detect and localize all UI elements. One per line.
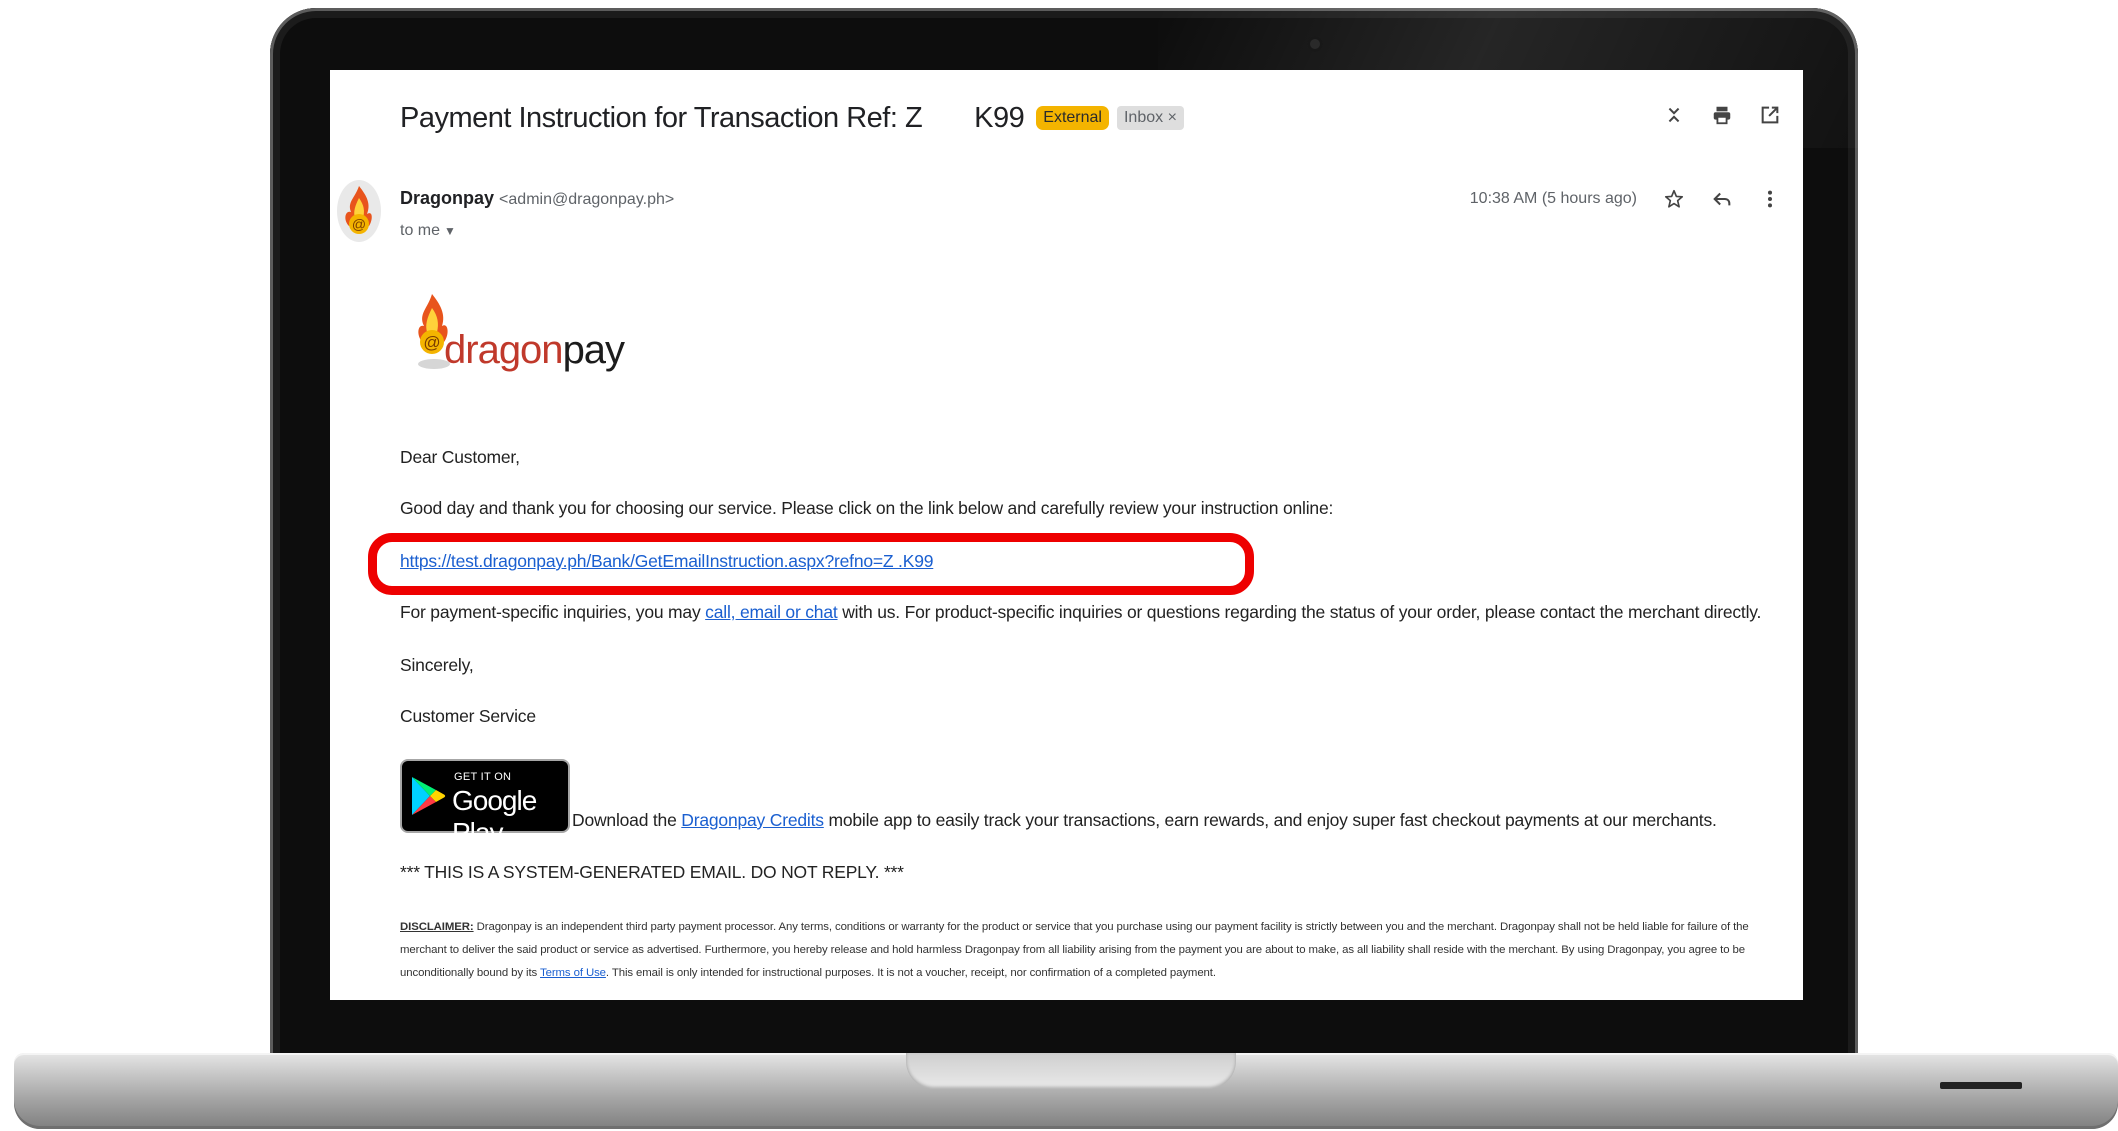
svg-text:@: @ — [352, 216, 366, 232]
app-before: Download the — [572, 810, 682, 830]
subject-row: Payment Instruction for Transaction Ref:… — [400, 98, 1184, 138]
google-play-big-text: Google Play — [452, 785, 537, 848]
laptop-notch — [906, 1053, 1236, 1089]
dragonpay-flame-icon: @ — [345, 186, 372, 234]
instruction-link-line: https://test.dragonpay.ph/Bank/GetEmailI… — [400, 551, 933, 572]
chevron-down-icon[interactable]: ▼ — [444, 224, 456, 238]
open-new-window-icon[interactable] — [1757, 102, 1783, 128]
app-promo-text: Download the Dragonpay Credits mobile ap… — [572, 810, 1717, 831]
intro-text: Good day and thank you for choosing our … — [400, 498, 1334, 518]
google-play-small-text: GET IT ON — [454, 771, 512, 783]
sender-line: Dragonpay <admin@dragonpay.ph> — [400, 188, 674, 209]
thread-toolbar — [1661, 102, 1783, 128]
disclaimer-label: DISCLAIMER: — [400, 921, 474, 933]
print-icon[interactable] — [1709, 102, 1735, 128]
subject-prefix: Payment Instruction for Transaction Ref:… — [400, 101, 923, 134]
signature: Customer Service — [400, 706, 536, 726]
wordmark-part-pay: pay — [562, 328, 625, 372]
inbox-label[interactable]: Inbox × — [1116, 106, 1184, 130]
laptop-slot — [1940, 1082, 2022, 1089]
sender-email: <admin@dragonpay.ph> — [499, 191, 675, 208]
dragonpay-wordmark: dragonpay — [444, 328, 625, 373]
disclaimer: DISCLAIMER: Dragonpay is an independent … — [400, 916, 1760, 985]
sender-name[interactable]: Dragonpay — [400, 188, 494, 208]
more-vert-icon[interactable] — [1757, 186, 1783, 212]
google-play-icon — [412, 777, 446, 815]
contact-link[interactable]: call, email or chat — [705, 602, 838, 622]
google-play-badge[interactable]: GET IT ON Google Play — [400, 759, 570, 848]
collapse-icon[interactable] — [1661, 102, 1687, 128]
reply-icon[interactable] — [1709, 186, 1735, 212]
closing: Sincerely, — [400, 655, 474, 675]
inquiry-before: For payment-specific inquiries, you may — [400, 602, 706, 622]
disclaimer-end: . This email is only intended for instru… — [605, 967, 1216, 979]
star-icon[interactable] — [1661, 186, 1687, 212]
message-meta: 10:38 AM (5 hours ago) — [1470, 186, 1783, 212]
webcam — [1307, 36, 1323, 52]
system-notice: *** THIS IS A SYSTEM-GENERATED EMAIL. DO… — [400, 862, 904, 882]
app-after: mobile app to easily track your transact… — [823, 810, 1717, 830]
external-label: External — [1036, 106, 1109, 130]
email-screen: Payment Instruction for Transaction Ref:… — [330, 70, 1803, 1000]
subject-suffix: K99 — [974, 101, 1025, 134]
wordmark-part-dragon: dragon — [444, 328, 564, 372]
greeting: Dear Customer, — [400, 447, 520, 467]
svg-text:@: @ — [423, 333, 440, 352]
timestamp: 10:38 AM (5 hours ago) — [1469, 190, 1637, 207]
recipient-label: to me — [400, 222, 441, 239]
sender-avatar: @ — [337, 180, 381, 242]
email-subject: Payment Instruction for Transaction Ref:… — [400, 101, 1025, 135]
inquiry-text: For payment-specific inquiries, you may … — [400, 602, 1761, 623]
terms-of-use-link[interactable]: Terms of Use — [540, 967, 606, 979]
instruction-link[interactable]: https://test.dragonpay.ph/Bank/GetEmailI… — [400, 551, 933, 571]
recipient-details[interactable]: to me ▼ — [400, 222, 456, 240]
inquiry-after: with us. For product-specific inquiries … — [837, 602, 1762, 622]
dragonpay-credits-link[interactable]: Dragonpay Credits — [681, 810, 824, 830]
